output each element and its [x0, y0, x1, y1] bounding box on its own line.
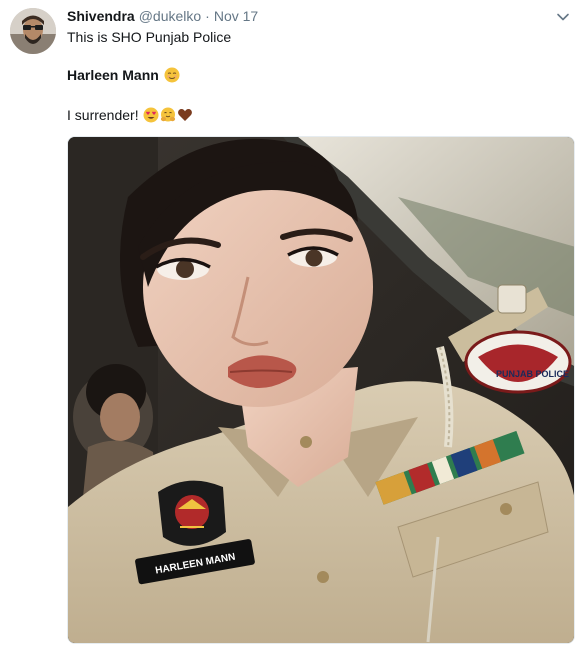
tweet-text-1: This is SHO Punjab Police	[67, 29, 232, 45]
tweet-photo[interactable]: PUNJAB POLICE HARLEEN MANN	[67, 136, 575, 644]
tweet-text-line-2: Harleen Mann	[67, 66, 180, 84]
tweet-text-3: I surrender!	[67, 107, 139, 123]
heart-eyes-emoji-icon	[143, 107, 159, 123]
chevron-down-icon[interactable]	[556, 10, 570, 24]
tweet-card: Shivendra @dukelko · Nov 17 This is SHO …	[0, 0, 582, 647]
tweet-timestamp[interactable]: Nov 17	[214, 8, 258, 24]
avatar[interactable]	[10, 8, 56, 54]
tweet-header: Shivendra @dukelko · Nov 17	[67, 8, 258, 28]
tweet-text-line-3: I surrender!	[67, 106, 193, 124]
hugging-face-emoji-icon	[160, 107, 176, 123]
brown-heart-emoji-icon	[177, 107, 193, 123]
selfie-photo-illustration: PUNJAB POLICE HARLEEN MANN	[68, 137, 574, 643]
author-handle[interactable]: @dukelko	[139, 8, 201, 24]
tweet-text-2: Harleen Mann	[67, 67, 159, 83]
user-avatar-icon	[10, 8, 56, 54]
separator-dot: ·	[205, 8, 210, 24]
tweet-text-line-1: This is SHO Punjab Police	[67, 28, 231, 46]
shoulder-badge-text: PUNJAB POLICE	[496, 369, 569, 379]
relieved-face-emoji-icon	[164, 67, 180, 83]
author-display-name[interactable]: Shivendra	[67, 8, 135, 24]
